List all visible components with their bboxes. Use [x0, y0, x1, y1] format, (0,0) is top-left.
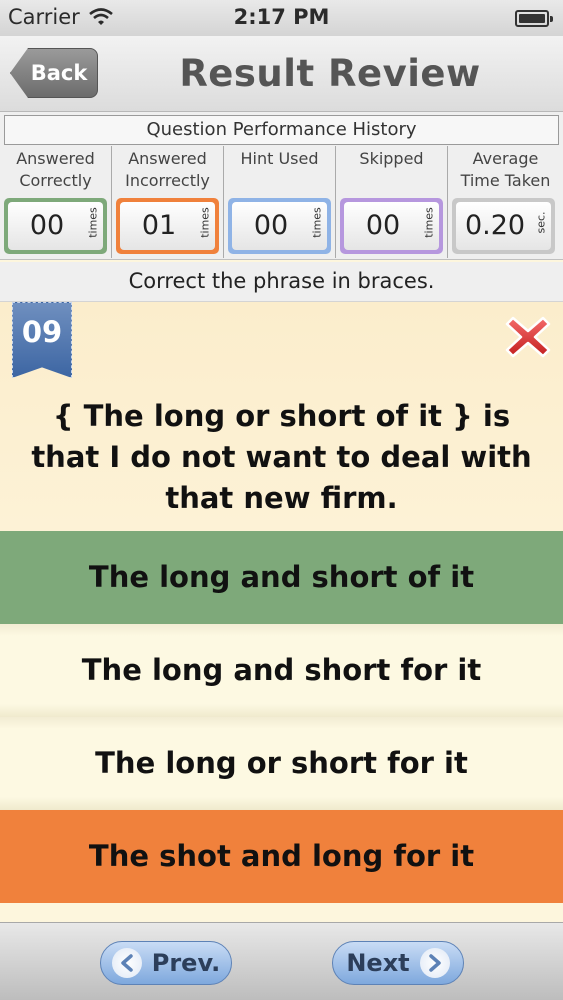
stat-value: 00: [253, 210, 289, 241]
back-button[interactable]: Back: [10, 48, 98, 98]
stat-label-line2: Time Taken: [460, 171, 551, 190]
stat-average-time: Average Time Taken 0.20 sec.: [448, 146, 563, 258]
stat-label-line1: Skipped: [359, 149, 424, 168]
stat-answered-incorrectly: Answered Incorrectly 01 times: [112, 146, 224, 258]
battery-icon: [515, 10, 553, 27]
stat-unit: times: [198, 207, 212, 238]
stat-label-line2: Incorrectly: [125, 171, 210, 190]
stat-value: 00: [29, 210, 65, 241]
instruction-text: Correct the phrase in braces.: [0, 262, 563, 302]
answer-option-1[interactable]: The long and short of it: [0, 531, 563, 624]
stat-unit: times: [86, 207, 100, 238]
next-button[interactable]: Next: [332, 941, 464, 985]
stat-box: 01 times: [116, 198, 219, 254]
stat-label-line1: Hint Used: [240, 149, 319, 168]
question-number-badge: 09: [12, 302, 72, 378]
question-text: { The long or short of it } is that I do…: [31, 399, 532, 515]
stat-hint-used: Hint Used 00 times: [224, 146, 336, 258]
chevron-left-icon: [111, 948, 142, 978]
stat-value: 00: [365, 210, 401, 241]
stat-box: 00 times: [228, 198, 331, 254]
stat-skipped: Skipped 00 times: [336, 146, 448, 258]
wifi-icon: [89, 8, 113, 25]
stat-unit: times: [310, 207, 324, 238]
question-number: 09: [21, 315, 63, 349]
next-label: Next: [346, 949, 410, 977]
answer-option-3[interactable]: The long or short for it: [0, 717, 563, 810]
stat-label-line1: Answered: [128, 149, 207, 168]
stat-value: 0.20: [464, 210, 526, 241]
nav-bar: Back Result Review: [0, 36, 563, 112]
stat-label-line2: Correctly: [19, 171, 92, 190]
stat-label-line1: Answered: [16, 149, 95, 168]
performance-stats-panel: Question Performance History Answered Cor…: [0, 112, 563, 260]
stat-unit: times: [422, 207, 436, 238]
chevron-right-icon: [419, 948, 450, 978]
stat-label-line1: Average: [472, 149, 539, 168]
stat-box: 00 times: [340, 198, 443, 254]
stat-value: 01: [141, 210, 177, 241]
stats-header: Question Performance History: [4, 115, 559, 145]
stat-answered-correctly: Answered Correctly 00 times: [0, 146, 112, 258]
stat-box: 0.20 sec.: [452, 198, 555, 254]
prev-button[interactable]: Prev.: [100, 941, 232, 985]
carrier-label: Carrier: [8, 5, 80, 29]
answer-option-2[interactable]: The long and short for it: [0, 624, 563, 717]
prev-label: Prev.: [151, 949, 221, 977]
close-icon[interactable]: [505, 314, 551, 360]
carrier-info: Carrier: [8, 5, 114, 29]
stat-box: 00 times: [4, 198, 107, 254]
status-bar: Carrier 2:17 PM: [0, 0, 563, 36]
footer-bar: Prev. Next: [0, 922, 563, 1000]
stat-unit: sec.: [534, 211, 548, 234]
answer-option-4[interactable]: The shot and long for it: [0, 810, 563, 903]
page-title: Result Review: [179, 52, 481, 95]
